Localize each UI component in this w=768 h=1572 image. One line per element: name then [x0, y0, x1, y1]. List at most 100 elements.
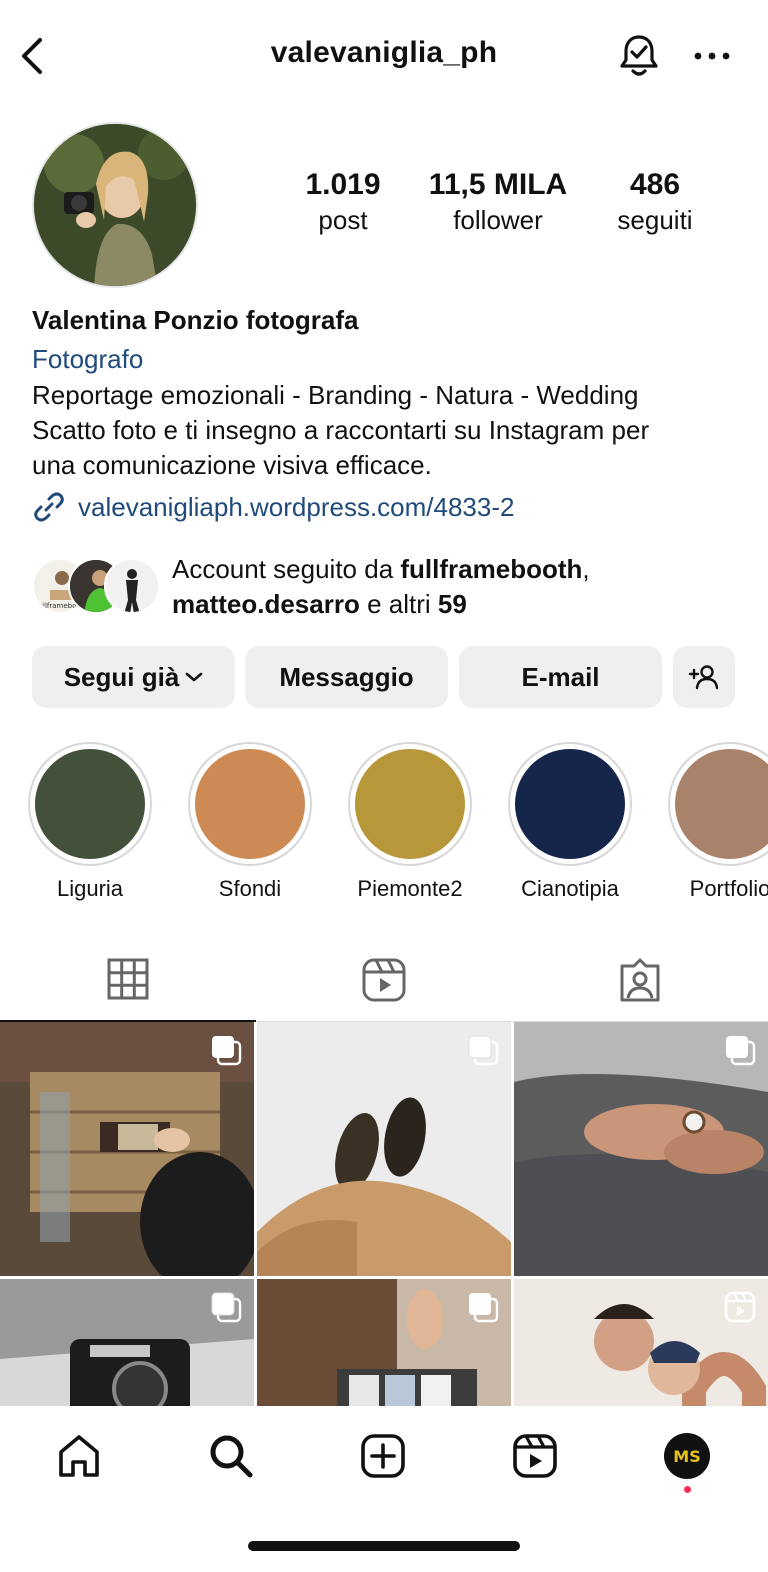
stat-followers-label: follower — [453, 205, 543, 235]
highlight-label: Portfolio — [689, 876, 768, 901]
grid-post[interactable] — [514, 1022, 768, 1276]
message-button-label: Messaggio — [279, 661, 414, 692]
nav-reels[interactable] — [505, 1426, 565, 1486]
grid-post[interactable] — [514, 1279, 768, 1406]
nav-profile[interactable]: MS — [657, 1426, 717, 1486]
profile-category[interactable]: Fotografo — [32, 340, 742, 378]
profile-name: Valentina Ponzio fotografa — [32, 305, 359, 335]
link-icon — [34, 492, 64, 522]
stat-following-label: seguiti — [617, 205, 693, 235]
highlight-label: Liguria — [56, 876, 124, 901]
profile-link[interactable]: valevanigliaph.wordpress.com/4833-2 — [32, 490, 514, 524]
nav-home[interactable] — [49, 1426, 109, 1486]
highlight-cover — [355, 749, 465, 859]
highlight-item[interactable]: Cianotipia — [507, 742, 633, 902]
add-user-icon — [688, 665, 719, 690]
carousel-icon — [210, 1291, 242, 1328]
highlight-ring — [28, 742, 152, 866]
home-indicator — [248, 1541, 520, 1551]
reels-icon — [513, 1434, 557, 1478]
followed-by-middle: e altri — [359, 589, 438, 619]
stat-posts-label: post — [318, 205, 368, 235]
following-button-label: Segui già — [63, 661, 180, 692]
following-button[interactable]: Segui già — [32, 646, 235, 708]
stat-following[interactable]: 486 seguiti — [580, 166, 730, 236]
more-horizontal-icon — [694, 52, 730, 60]
bio-line: Reportage emozionali - Branding - Natura… — [32, 380, 639, 410]
chevron-down-icon — [185, 672, 203, 682]
tab-posts-grid[interactable] — [0, 938, 256, 1022]
followed-by-prefix: Account seguito da — [172, 554, 401, 584]
highlight-item[interactable]: Sfondi — [187, 742, 313, 902]
carousel-icon — [724, 1034, 756, 1071]
bio-line: Scatto foto e ti insegno a raccontarti s… — [32, 415, 650, 445]
highlight-cover — [675, 749, 768, 859]
mini-avatar-photo — [106, 560, 158, 612]
notification-dot — [684, 1486, 691, 1493]
carousel-icon — [210, 1034, 242, 1071]
stat-following-value: 486 — [629, 168, 681, 201]
home-icon — [59, 1435, 99, 1477]
highlight-cover — [195, 749, 305, 859]
tab-reels[interactable] — [256, 938, 512, 1022]
nav-create[interactable] — [353, 1426, 413, 1486]
grid-post[interactable] — [0, 1022, 254, 1276]
highlight-item[interactable]: Liguria — [27, 742, 153, 902]
highlight-item[interactable]: Portfolio — [667, 742, 768, 902]
highlight-ring — [348, 742, 472, 866]
stat-followers[interactable]: 11,5 MILA follower — [423, 166, 573, 236]
suggested-users-button[interactable] — [673, 646, 735, 708]
create-icon — [361, 1434, 405, 1478]
carousel-icon — [467, 1291, 499, 1328]
notifications-button[interactable] — [614, 30, 664, 82]
highlight-label: Cianotipia — [521, 876, 619, 901]
search-icon — [210, 1435, 253, 1478]
followed-by-count: 59 — [437, 589, 467, 619]
highlight-label: Sfondi — [218, 876, 282, 901]
story-highlights: Liguria Sfondi Piemonte2 Cianotipia Port… — [0, 742, 768, 912]
message-button[interactable]: Messaggio — [245, 646, 448, 708]
profile-tabs — [0, 938, 768, 1022]
carousel-icon — [467, 1034, 499, 1071]
highlight-ring — [188, 742, 312, 866]
email-button-label: E-mail — [521, 661, 600, 692]
profile-bio: Valentina Ponzio fotografa Fotografo Rep… — [32, 300, 742, 483]
tagged-icon — [620, 958, 660, 1002]
highlight-cover — [35, 749, 145, 859]
profile-avatar-icon: MS — [664, 1433, 710, 1479]
reels-icon — [362, 958, 406, 1002]
highlight-ring — [668, 742, 768, 866]
followed-by-user[interactable]: matteo.desarro — [172, 589, 360, 619]
profile-stats: 1.019 post 11,5 MILA follower 486 seguit… — [280, 166, 720, 246]
email-button[interactable]: E-mail — [459, 646, 662, 708]
highlight-ring — [508, 742, 632, 866]
profile-avatar-text: MS — [673, 1447, 700, 1466]
followed-by-comma: , — [582, 554, 590, 584]
posts-grid — [0, 1022, 768, 1406]
followed-by-user[interactable]: fullframebooth — [400, 554, 582, 584]
profile-photo — [34, 124, 196, 286]
bio-line: una comunicazione visiva efficace. — [32, 450, 432, 480]
profile-avatar[interactable] — [32, 122, 198, 288]
followed-by[interactable]: fullframebooth Account seguito da fullfr… — [32, 552, 752, 624]
profile-header: valevaniglia_ph — [0, 0, 768, 112]
grid-post[interactable] — [257, 1022, 511, 1276]
bell-check-icon — [620, 35, 658, 76]
mini-avatar — [104, 558, 160, 614]
nav-search[interactable] — [201, 1426, 261, 1486]
more-options-button[interactable] — [688, 34, 736, 78]
stat-posts[interactable]: 1.019 post — [268, 166, 418, 236]
profile-link-text[interactable]: valevanigliaph.wordpress.com/4833-2 — [78, 492, 514, 523]
highlight-label: Piemonte2 — [357, 876, 463, 901]
profile-actions: Segui già Messaggio E-mail — [32, 646, 736, 708]
highlight-item[interactable]: Piemonte2 — [347, 742, 473, 902]
reel-icon — [724, 1291, 756, 1328]
grid-icon — [107, 958, 149, 1000]
stat-posts-value: 1.019 — [305, 168, 381, 201]
highlight-cover — [515, 749, 625, 859]
tab-tagged[interactable] — [512, 938, 768, 1022]
grid-post[interactable] — [0, 1279, 254, 1406]
grid-post[interactable] — [257, 1279, 511, 1406]
stat-followers-value: 11,5 MILA — [428, 168, 568, 201]
followed-by-text: Account seguito da fullframebooth, matteo… — [172, 552, 590, 622]
